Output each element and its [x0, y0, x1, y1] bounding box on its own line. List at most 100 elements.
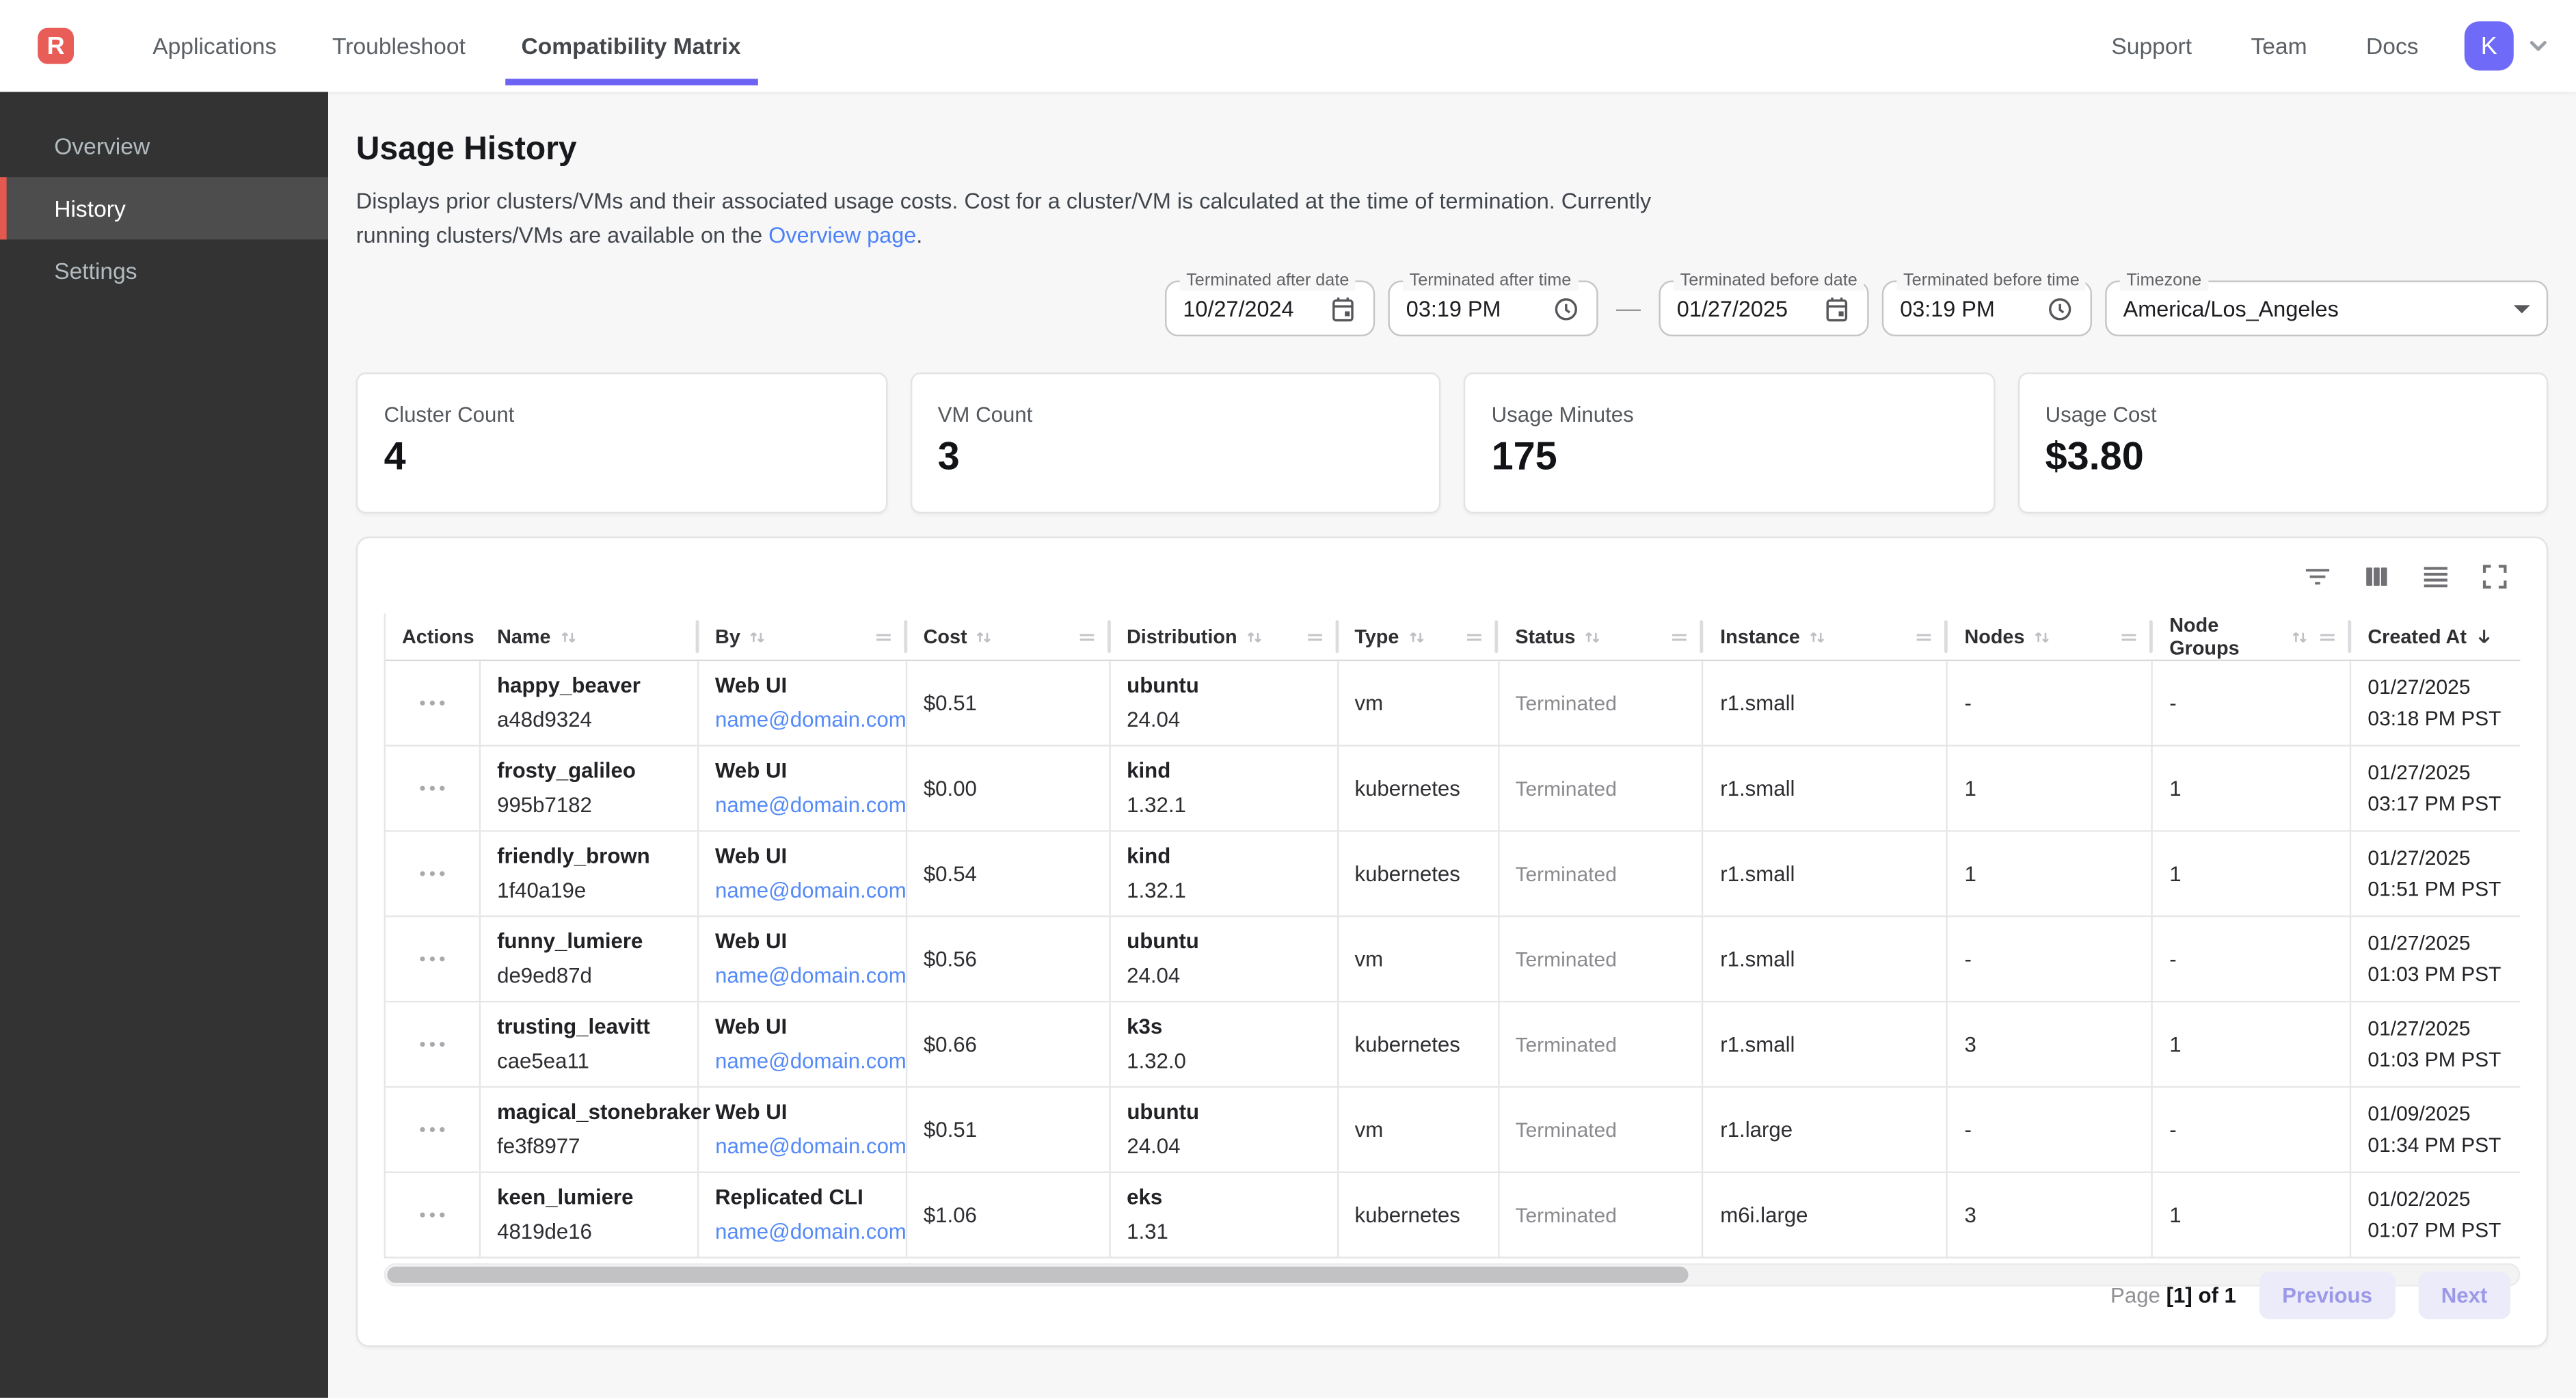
row-actions-button[interactable] [413, 1202, 451, 1228]
column-menu-icon[interactable] [1076, 626, 1097, 647]
row-actions-button[interactable] [413, 1117, 451, 1142]
cluster-id: a48d9324 [497, 704, 697, 737]
column-header-type[interactable]: Type [1338, 614, 1499, 660]
row-actions-button[interactable] [413, 946, 451, 971]
column-header-name[interactable]: Name [481, 614, 699, 660]
nav-link-docs[interactable]: Docs [2366, 33, 2419, 59]
overview-page-link[interactable]: Overview page [768, 223, 916, 247]
column-menu-icon[interactable] [2317, 626, 2338, 647]
dropdown-arrow-icon[interactable] [2514, 304, 2530, 312]
sort-icon[interactable] [1807, 626, 1828, 647]
distribution-name: ubuntu [1127, 926, 1337, 958]
type-cell: vm [1338, 661, 1499, 744]
nav-link-team[interactable]: Team [2251, 33, 2307, 59]
columns-icon[interactable] [2361, 561, 2393, 592]
stat-label: VM Count [938, 402, 1413, 427]
created-by: Replicated CLI [715, 1181, 905, 1214]
timezone-select[interactable]: Timezone America/Los_Angeles [2105, 280, 2548, 336]
table-row[interactable]: friendly_brown 1f40a19e Web UI name@doma… [386, 832, 2520, 917]
terminated-after-time-field[interactable]: Terminated after time 03:19 PM [1388, 280, 1598, 336]
table-row[interactable]: funny_lumiere de9ed87d Web UI name@domai… [386, 917, 2520, 1003]
field-value[interactable]: 10/27/2024 [1183, 296, 1293, 321]
filter-bar: Terminated after date 10/27/2024 Termina… [356, 280, 2548, 336]
sort-icon[interactable] [2289, 626, 2310, 647]
column-header-distribution[interactable]: Distribution [1110, 614, 1338, 660]
table-body: happy_beaver a48d9324 Web UI name@domain… [386, 661, 2520, 1259]
nodes-cell: 1 [1948, 832, 2154, 915]
column-header-by[interactable]: By [699, 614, 907, 660]
column-header-cost[interactable]: Cost [907, 614, 1110, 660]
column-menu-icon[interactable] [1304, 626, 1325, 647]
email-link[interactable]: name@domain.com [715, 1131, 905, 1164]
replicated-logo[interactable]: R [38, 28, 74, 64]
created-at-cell: 01/27/2025 03:17 PM PST [2351, 747, 2520, 830]
table-row[interactable]: trusting_leavitt cae5ea11 Web UI name@do… [386, 1002, 2520, 1088]
column-header-created-at[interactable]: Created At [2351, 614, 2520, 660]
scrollbar-thumb[interactable] [387, 1267, 1688, 1283]
calendar-icon[interactable] [1823, 295, 1851, 323]
table-row[interactable]: happy_beaver a48d9324 Web UI name@domain… [386, 661, 2520, 747]
fullscreen-icon[interactable] [2479, 561, 2510, 592]
terminated-before-time-field[interactable]: Terminated before time 03:19 PM [1882, 280, 2092, 336]
sort-icon[interactable] [974, 626, 995, 647]
row-actions-button[interactable] [413, 690, 451, 716]
row-actions-cell [386, 917, 481, 1001]
density-icon[interactable] [2420, 561, 2452, 592]
sort-icon[interactable] [2031, 626, 2052, 647]
email-link[interactable]: name@domain.com [715, 960, 905, 993]
sort-icon[interactable] [1406, 626, 1427, 647]
table-row[interactable]: keen_lumiere 4819de16 Replicated CLI nam… [386, 1173, 2520, 1259]
sidebar-item-overview[interactable]: Overview [0, 115, 328, 177]
row-actions-button[interactable] [413, 1032, 451, 1057]
clock-icon[interactable] [1552, 295, 1580, 323]
email-link[interactable]: name@domain.com [715, 704, 905, 737]
previous-page-button[interactable]: Previous [2259, 1272, 2396, 1319]
field-value[interactable]: 01/27/2025 [1677, 296, 1788, 321]
sort-icon[interactable] [1244, 626, 1265, 647]
table-row[interactable]: magical_stonebraker fe3f8977 Web UI name… [386, 1088, 2520, 1173]
column-header-nodes[interactable]: Nodes [1948, 614, 2153, 660]
page-indicator: Page [1] of 1 [2110, 1283, 2236, 1308]
sort-desc-icon[interactable] [2473, 625, 2497, 648]
column-menu-icon[interactable] [2119, 626, 2140, 647]
sort-icon[interactable] [1582, 626, 1603, 647]
calendar-icon[interactable] [1329, 295, 1357, 323]
terminated-after-date-field[interactable]: Terminated after date 10/27/2024 [1165, 280, 1375, 336]
distribution-version: 1.32.1 [1127, 789, 1337, 822]
sidebar-item-history[interactable]: History [0, 177, 328, 239]
column-menu-icon[interactable] [1914, 626, 1935, 647]
sidebar-item-settings[interactable]: Settings [0, 239, 328, 301]
avatar[interactable]: K [2465, 21, 2514, 70]
email-link[interactable]: name@domain.com [715, 874, 905, 907]
email-link[interactable]: name@domain.com [715, 789, 905, 822]
account-menu[interactable]: K [2465, 21, 2551, 70]
next-page-button[interactable]: Next [2418, 1272, 2510, 1319]
table-row[interactable]: frosty_galileo 995b7182 Web UI name@doma… [386, 747, 2520, 832]
tab-applications[interactable]: Applications [136, 0, 293, 92]
nav-link-support[interactable]: Support [2111, 33, 2192, 59]
chevron-down-icon[interactable] [2525, 33, 2551, 59]
sort-icon[interactable] [747, 626, 768, 647]
field-value[interactable]: America/Los_Angeles [2123, 296, 2339, 321]
row-actions-button[interactable] [413, 861, 451, 886]
column-menu-icon[interactable] [1669, 626, 1691, 647]
terminated-before-date-field[interactable]: Terminated before date 01/27/2025 [1659, 280, 1868, 336]
email-link[interactable]: name@domain.com [715, 1215, 905, 1248]
filter-icon[interactable] [2302, 561, 2333, 592]
field-value[interactable]: 03:19 PM [1900, 296, 1995, 321]
row-actions-button[interactable] [413, 776, 451, 801]
clock-icon[interactable] [2046, 295, 2074, 323]
column-menu-icon[interactable] [1464, 626, 1486, 647]
tab-troubleshoot[interactable]: Troubleshoot [316, 0, 482, 92]
stat-card-vm-count: VM Count 3 [910, 373, 1440, 513]
email-link[interactable]: name@domain.com [715, 1045, 905, 1078]
field-value[interactable]: 03:19 PM [1406, 296, 1501, 321]
column-menu-icon[interactable] [872, 626, 894, 647]
sort-icon[interactable] [557, 626, 578, 647]
tab-compatibility-matrix[interactable]: Compatibility Matrix [505, 0, 757, 92]
row-actions-cell [386, 1002, 481, 1086]
column-header-node-groups[interactable]: Node Groups [2153, 614, 2351, 660]
column-header-instance[interactable]: Instance [1704, 614, 1948, 660]
cost-cell: $0.56 [907, 917, 1110, 1001]
column-header-status[interactable]: Status [1499, 614, 1704, 660]
